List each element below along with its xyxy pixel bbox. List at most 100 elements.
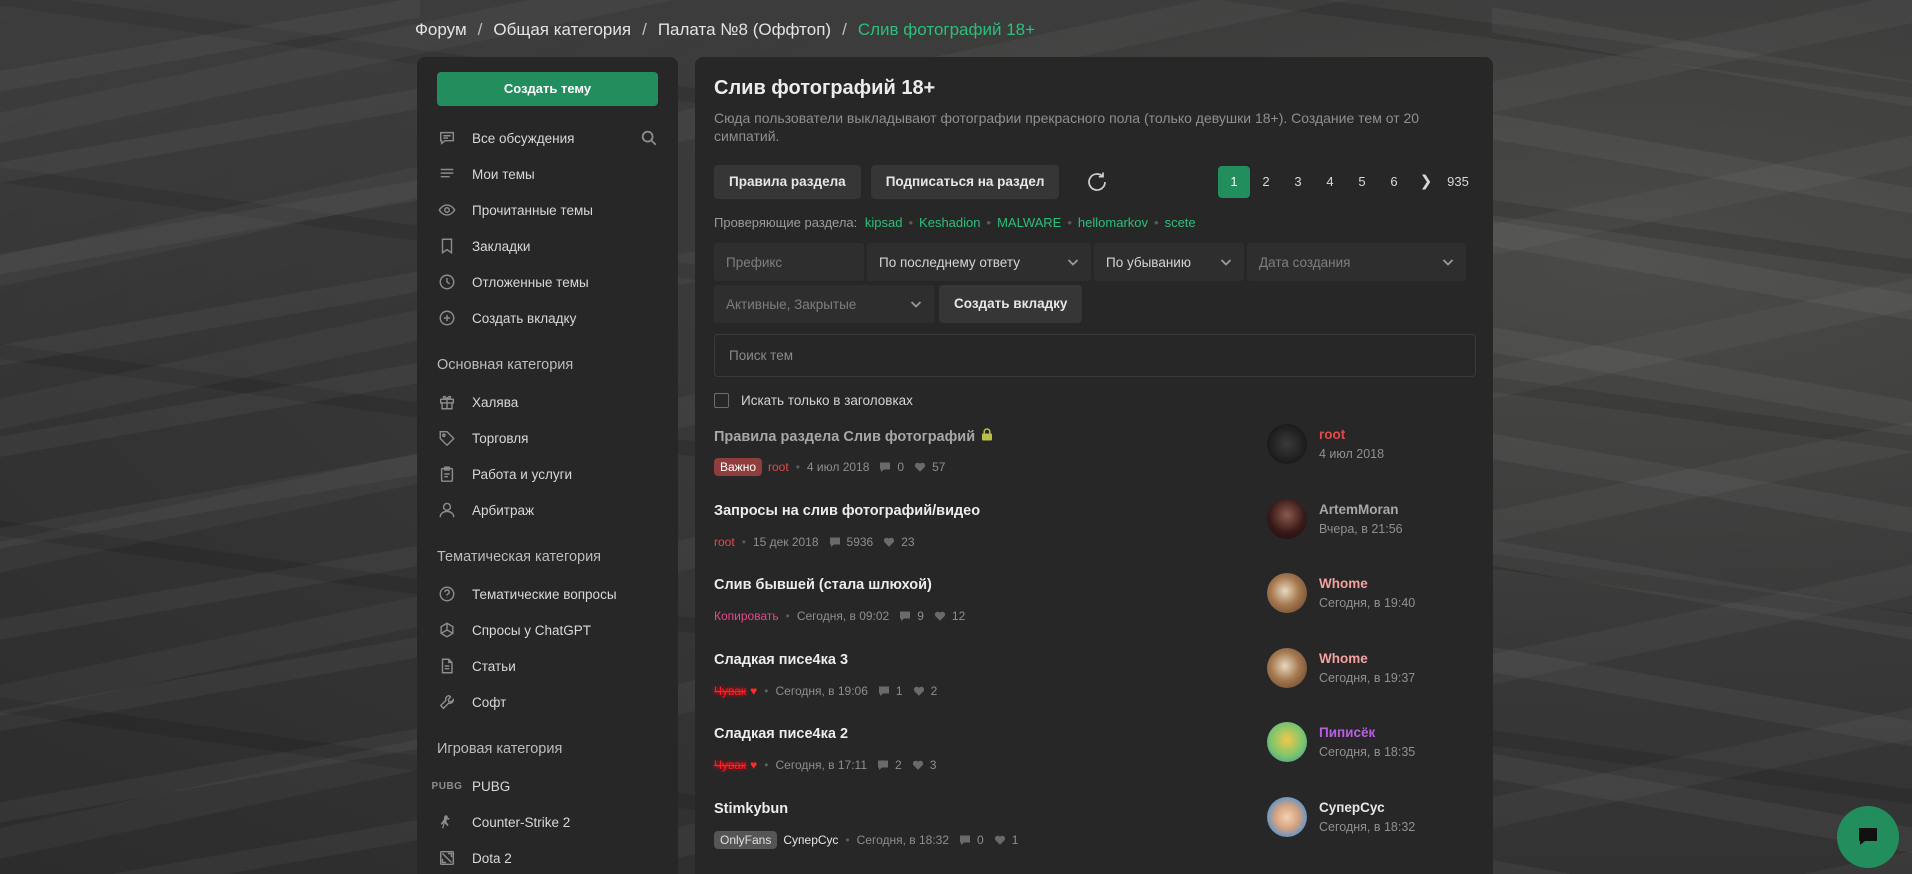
sidebar-item-label: Закладки [472,238,531,254]
titles-only-toggle[interactable]: Искать только в заголовках [714,393,1474,408]
moderator-link[interactable]: kipsad [865,215,903,230]
sidebar-item-label: Отложенные темы [472,274,589,290]
last-post-user[interactable]: Whome [1319,651,1415,669]
replies-count: 0 [879,460,904,474]
thread-author[interactable]: Чувак [714,684,746,698]
sidebar-item-freebies[interactable]: Халява [437,384,658,420]
breadcrumb-general-category[interactable]: Общая категория [493,20,631,40]
moderator-link[interactable]: MALWARE [997,215,1061,230]
next-page-button[interactable]: ❯ [1410,166,1442,198]
replies-count: 1 [878,684,903,698]
chevron-down-icon [1220,256,1232,268]
page-1-button[interactable]: 1 [1218,166,1250,198]
last-post-user[interactable]: Пиписёк [1319,725,1415,743]
titles-only-checkbox[interactable] [714,393,729,408]
sidebar-item-software[interactable]: Софт [437,684,658,720]
create-topic-button[interactable]: Создать тему [437,72,658,106]
moderator-link[interactable]: Keshadion [919,215,980,230]
wrench-icon [437,692,457,712]
likes-value: 1 [1011,832,1019,847]
avatar[interactable] [1267,573,1307,613]
created-date-select[interactable]: Дата создания [1247,243,1466,281]
avatar[interactable] [1267,647,1307,688]
thread-filters: Префикс По последнему ответу По убыванию… [714,243,1474,281]
last-page-button[interactable]: 935 [1442,166,1474,198]
thread-author[interactable]: root [714,535,735,549]
avatar[interactable] [1267,796,1307,837]
section-title-game-category: Игровая категория [437,741,563,757]
sidebar-item-label: Спросы у ChatGPT [472,622,592,638]
heart-icon: ♥ [750,758,758,772]
thread-row: Stimkybun OnlyFans СуперСус • Сегодня, в… [714,796,1474,874]
last-post-user[interactable]: Whome [1319,576,1415,594]
thread-author[interactable]: Копировать [714,609,779,623]
refresh-icon[interactable] [1084,169,1110,195]
heart-icon [994,835,1005,845]
last-post-user[interactable]: СуперСус [1319,800,1415,818]
page-2-button[interactable]: 2 [1250,166,1282,198]
avatar[interactable] [1267,424,1307,464]
sidebar-item-bookmarks[interactable]: Закладки [437,228,658,264]
avatar[interactable] [1267,498,1307,539]
page-title: Слив фотографий 18+ [714,77,936,99]
sidebar-item-counter-strike[interactable]: Counter-Strike 2 [437,804,658,840]
sidebar-item-label: Мои темы [472,166,535,182]
order-select[interactable]: По убыванию [1094,243,1244,281]
chevron-down-icon [1442,256,1454,268]
document-icon [437,656,457,676]
create-tab-button[interactable]: Создать вкладку [939,285,1083,323]
page-6-button[interactable]: 6 [1378,166,1410,198]
moderator-link[interactable]: hellomarkov [1078,215,1148,230]
sidebar-item-thematic-questions[interactable]: Тематические вопросы [437,576,658,612]
prefix-filter[interactable]: Префикс [714,243,864,281]
sidebar-item-arbitrage[interactable]: Арбитраж [437,492,658,528]
sort-select[interactable]: По последнему ответу [867,243,1091,281]
sidebar-item-dota[interactable]: Dota 2 [437,840,658,874]
thread-author[interactable]: Чувак [714,758,746,772]
chat-icon [437,128,457,148]
page-4-button[interactable]: 4 [1314,166,1346,198]
page-5-button[interactable]: 5 [1346,166,1378,198]
sidebar-item-trade[interactable]: Торговля [437,420,658,456]
heart-icon [913,686,924,696]
thread-author[interactable]: root [768,460,789,474]
dot-separator: • [986,215,992,230]
thread-list: Правила раздела Слив фотографий Важно ro… [714,424,1477,874]
last-post-user[interactable]: root [1319,427,1384,445]
sidebar-item-deferred-topics[interactable]: Отложенные темы [437,264,658,300]
last-post-date: Сегодня, в 19:40 [1319,596,1416,610]
sidebar-item-pubg[interactable]: PUBG PUBG [432,768,658,804]
chat-button[interactable] [1837,806,1899,868]
heart-icon [884,537,895,547]
breadcrumb-offtopic[interactable]: Палата №8 (Оффтоп) [658,20,831,40]
page-3-button[interactable]: 3 [1282,166,1314,198]
comment-icon [829,537,840,547]
heart-icon [914,462,926,472]
avatar[interactable] [1267,722,1307,762]
replies-value: 5936 [846,534,874,549]
thread-author[interactable]: СуперСус [783,833,838,847]
breadcrumb-forum[interactable]: Форум [415,20,467,40]
sidebar-item-my-topics[interactable]: Мои темы [437,156,658,192]
dot-separator: • [785,609,790,623]
tag-icon [437,428,457,448]
sidebar-item-work-services[interactable]: Работа и услуги [437,456,658,492]
last-post: ArtemMoran Вчера, в 21:56 [1267,498,1477,539]
thread-search-input[interactable]: Поиск тем [714,334,1476,377]
sidebar-item-create-tab[interactable]: Создать вкладку [437,300,658,336]
moderator-link[interactable]: scete [1165,215,1196,230]
sidebar-item-articles[interactable]: Статьи [437,648,658,684]
dot-separator: • [741,534,746,549]
sidebar-item-all-discussions[interactable]: Все обсуждения [437,120,658,156]
search-icon[interactable] [640,129,658,150]
replies-count: 2 [877,758,902,772]
list-icon [437,164,457,184]
section-rules-button[interactable]: Правила раздела [714,165,861,199]
replies-value: 2 [895,758,902,772]
last-post-user[interactable]: ArtemMoran [1319,502,1403,520]
subscribe-section-button[interactable]: Подписаться на раздел [870,165,1060,199]
sidebar-item-read-topics[interactable]: Прочитанные темы [437,192,658,228]
state-select[interactable]: Активные, Закрытые [714,285,934,323]
breadcrumb-separator: / [842,20,847,39]
sidebar-item-chatgpt[interactable]: Спросы у ChatGPT [437,612,658,648]
